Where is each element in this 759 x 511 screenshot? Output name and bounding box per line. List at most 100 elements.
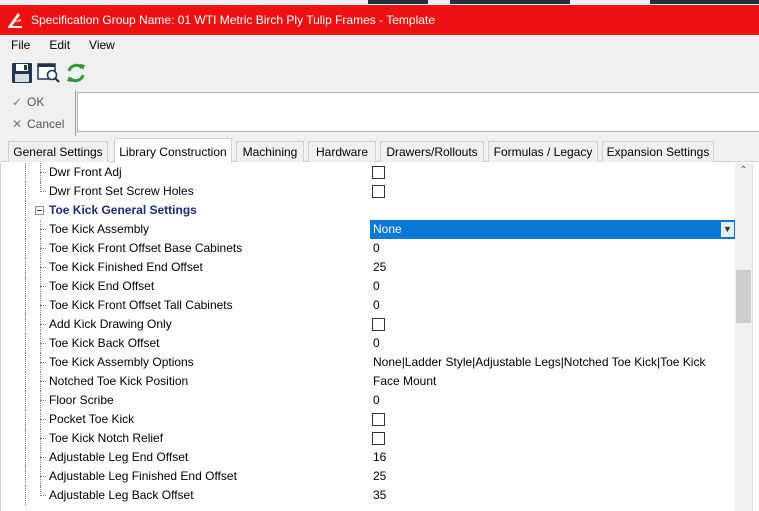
property-label: Adjustable Leg End Offset (49, 450, 189, 464)
menu-view[interactable]: View (81, 38, 123, 52)
scrollbar-thumb[interactable] (736, 270, 751, 323)
tree-line (25, 391, 26, 410)
print-preview-icon[interactable] (37, 61, 61, 85)
menu-bar: File Edit View (0, 35, 759, 55)
tab-library-construction[interactable]: Library Construction (114, 138, 232, 163)
property-value[interactable]: 0 (373, 279, 380, 293)
tree-line (40, 457, 46, 458)
chevron-down-icon[interactable]: ▼ (720, 221, 735, 238)
menu-file[interactable]: File (3, 38, 38, 52)
property-value[interactable]: 35 (373, 488, 386, 502)
property-row[interactable]: Notched Toe Kick Position Face Mount (1, 372, 735, 391)
panel-divider (75, 90, 76, 136)
property-row[interactable]: Toe Kick Notch Relief (1, 429, 735, 448)
property-row[interactable]: Add Kick Drawing Only (1, 315, 735, 334)
property-row[interactable]: Dwr Front Adj (1, 163, 735, 182)
property-value[interactable]: 0 (373, 298, 380, 312)
tab-drawers-rollouts[interactable]: Drawers/Rollouts (380, 141, 484, 162)
property-value[interactable]: 25 (373, 469, 386, 483)
property-label: Toe Kick Front Offset Base Cabinets (49, 241, 243, 255)
property-row[interactable]: Adjustable Leg Back Offset 35 (1, 486, 735, 505)
background-window-fragment (450, 0, 570, 4)
tree-line (25, 448, 26, 467)
grid-right-edge (752, 163, 759, 511)
tree-line (40, 419, 46, 420)
close-icon: ✕ (11, 117, 23, 131)
tree-line (40, 495, 46, 496)
info-panel (77, 92, 759, 132)
property-value[interactable]: 0 (373, 336, 380, 350)
tree-line (40, 248, 46, 249)
check-icon: ✓ (11, 95, 23, 109)
vertical-scrollbar[interactable]: ⌃ (735, 163, 752, 511)
property-row[interactable]: Toe Kick Back Offset 0 (1, 334, 735, 353)
tree-line (25, 353, 26, 372)
tab-machining[interactable]: Machining (236, 141, 304, 162)
tree-line (25, 467, 26, 486)
property-row[interactable]: Toe Kick Finished End Offset 25 (1, 258, 735, 277)
property-label: Adjustable Leg Back Offset (49, 488, 194, 502)
tree-line (40, 191, 46, 192)
property-row[interactable]: Adjustable Leg Finished End Offset 25 (1, 467, 735, 486)
group-row-toe-kick[interactable]: Toe Kick General Settings (1, 201, 735, 220)
property-row[interactable]: Floor Scribe 0 (1, 391, 735, 410)
property-row[interactable]: Dwr Front Set Screw Holes (1, 182, 735, 201)
group-label: Toe Kick General Settings (49, 203, 197, 217)
property-label: Notched Toe Kick Position (49, 374, 189, 388)
property-grid: Dwr Front Adj Dwr Front Set Screw Holes … (0, 163, 759, 511)
chevron-up-icon[interactable]: ⌃ (735, 165, 752, 180)
property-label: Toe Kick Assembly (49, 222, 150, 236)
app-logo-icon (4, 9, 26, 31)
property-value[interactable]: None|Ladder Style|Adjustable Legs|Notche… (373, 355, 705, 369)
property-row[interactable]: Adjustable Leg End Offset 16 (1, 448, 735, 467)
property-label: Toe Kick Back Offset (49, 336, 160, 350)
property-value[interactable]: 16 (373, 450, 386, 464)
collapse-icon[interactable] (35, 206, 44, 215)
property-label: Dwr Front Adj (49, 165, 122, 179)
property-label: Toe Kick End Offset (49, 279, 155, 293)
property-checkbox[interactable] (372, 432, 385, 445)
action-panel: ✓ OK ✕ Cancel (0, 90, 759, 136)
tree-line (40, 229, 46, 230)
property-row[interactable]: Toe Kick End Offset 0 (1, 277, 735, 296)
refresh-icon[interactable] (64, 61, 88, 85)
tree-line (40, 438, 46, 439)
tree-line (25, 372, 26, 391)
property-row[interactable]: Toe Kick Assembly Options None|Ladder St… (1, 353, 735, 372)
tree-line (25, 239, 26, 258)
toolbar (0, 55, 759, 90)
tree-line (25, 486, 26, 505)
property-label: Toe Kick Front Offset Tall Cabinets (49, 298, 233, 312)
tree-line (40, 286, 46, 287)
menu-edit[interactable]: Edit (41, 38, 78, 52)
property-label: Toe Kick Assembly Options (49, 355, 194, 369)
property-row[interactable]: Toe Kick Front Offset Base Cabinets 0 (1, 239, 735, 258)
property-label: Toe Kick Finished End Offset (49, 260, 203, 274)
property-checkbox[interactable] (372, 318, 385, 331)
property-label: Dwr Front Set Screw Holes (49, 184, 194, 198)
property-row[interactable]: Toe Kick Assembly None ▼ (1, 220, 736, 239)
property-row[interactable]: Toe Kick Front Offset Tall Cabinets 0 (1, 296, 735, 315)
toe-kick-assembly-select[interactable]: None ▼ (370, 220, 736, 239)
window-title: Specification Group Name: 01 WTI Metric … (31, 13, 435, 27)
background-window-fragment (650, 0, 759, 4)
property-checkbox[interactable] (372, 166, 385, 179)
ok-button[interactable]: ✓ OK (10, 95, 44, 109)
tree-line (40, 381, 46, 382)
property-checkbox[interactable] (372, 413, 385, 426)
property-row[interactable]: Pocket Toe Kick (1, 410, 735, 429)
cancel-button[interactable]: ✕ Cancel (10, 117, 64, 131)
property-value[interactable]: Face Mount (373, 374, 436, 388)
property-value[interactable]: 0 (373, 241, 380, 255)
tree-line (40, 305, 46, 306)
tab-formulas-legacy[interactable]: Formulas / Legacy (488, 141, 598, 162)
tab-expansion-settings[interactable]: Expansion Settings (602, 141, 714, 162)
property-label: Adjustable Leg Finished End Offset (49, 469, 237, 483)
save-icon[interactable] (10, 61, 34, 85)
property-value[interactable]: 0 (373, 393, 380, 407)
tab-general-settings[interactable]: General Settings (8, 141, 108, 162)
title-bar[interactable]: Specification Group Name: 01 WTI Metric … (0, 5, 759, 35)
property-value[interactable]: 25 (373, 260, 386, 274)
tab-hardware[interactable]: Hardware (308, 141, 376, 162)
property-checkbox[interactable] (372, 185, 385, 198)
